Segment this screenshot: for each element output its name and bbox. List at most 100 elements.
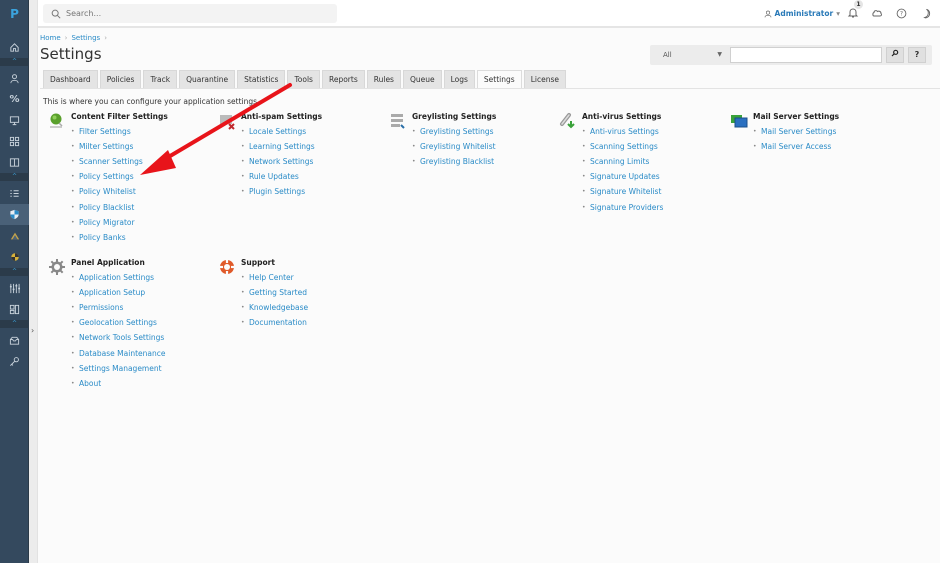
settings-link[interactable]: Learning Settings — [249, 142, 315, 151]
settings-link[interactable]: Policy Blacklist — [79, 203, 134, 212]
sidebar-item-monitor[interactable] — [0, 110, 29, 130]
list-item: • Getting Started — [241, 285, 308, 300]
settings-link[interactable]: Geolocation Settings — [79, 318, 157, 327]
tab-track[interactable]: Track — [143, 70, 178, 88]
tab-divider — [40, 88, 940, 89]
list-item: • Plugin Settings — [241, 184, 315, 199]
group-title: Support — [241, 258, 275, 267]
settings-link[interactable]: Network Tools Settings — [79, 333, 164, 342]
tab-rules[interactable]: Rules — [366, 70, 401, 88]
tab-settings[interactable]: Settings — [476, 70, 522, 89]
settings-link[interactable]: Signature Whitelist — [590, 187, 661, 196]
global-search-input[interactable] — [66, 9, 316, 18]
sidebar-item-grid[interactable] — [0, 131, 29, 151]
settings-link[interactable]: Settings Management — [79, 364, 162, 373]
tab-quarantine[interactable]: Quarantine — [179, 70, 236, 88]
settings-link[interactable]: Greylisting Settings — [420, 127, 494, 136]
sidebar-item-key[interactable] — [0, 351, 29, 371]
settings-link[interactable]: Policy Banks — [79, 233, 126, 242]
global-search[interactable] — [43, 4, 337, 23]
settings-link[interactable]: Anti-virus Settings — [590, 127, 659, 136]
filter-search-input[interactable] — [730, 47, 882, 63]
settings-link[interactable]: Policy Settings — [79, 172, 134, 181]
tab-tools[interactable]: Tools — [287, 70, 320, 88]
breadcrumb-settings[interactable]: Settings — [71, 34, 100, 42]
list-item: • Greylisting Whitelist — [412, 139, 496, 154]
settings-link[interactable]: About — [79, 379, 101, 388]
tab-dashboard[interactable]: Dashboard — [43, 70, 98, 88]
notifications-button[interactable]: 1 — [846, 0, 863, 20]
bullet-icon: • — [241, 304, 245, 312]
filter-help-button[interactable]: ? — [908, 47, 926, 63]
sidebar-item-hazard[interactable] — [0, 247, 29, 267]
tab-logs[interactable]: Logs — [443, 70, 475, 88]
cloud-button[interactable] — [870, 6, 884, 20]
settings-link[interactable]: Getting Started — [249, 288, 307, 297]
user-menu[interactable]: Administrator ▾ — [764, 9, 840, 18]
top-bar: Administrator ▾ 1 ? — [38, 0, 940, 28]
sidebar-item-warning[interactable] — [0, 226, 29, 246]
settings-link[interactable]: Rule Updates — [249, 172, 299, 181]
app-logo[interactable]: P — [0, 7, 29, 21]
settings-link[interactable]: Policy Migrator — [79, 218, 135, 227]
settings-link[interactable]: Scanning Settings — [590, 142, 658, 151]
sidebar-item-home[interactable] — [0, 37, 29, 57]
sidebar-collapse-3[interactable]: ^ — [0, 268, 29, 276]
tab-license[interactable]: License — [523, 70, 566, 88]
sidebar-item-book[interactable] — [0, 152, 29, 172]
anti-spam-icon — [220, 115, 235, 130]
settings-link[interactable]: Policy Whitelist — [79, 187, 136, 196]
sidebar-item-inbox[interactable] — [0, 330, 29, 350]
settings-link[interactable]: Knowledgebase — [249, 303, 308, 312]
settings-link[interactable]: Network Settings — [249, 157, 313, 166]
settings-link[interactable]: Filter Settings — [79, 127, 131, 136]
theme-toggle[interactable] — [918, 6, 932, 20]
settings-link[interactable]: Milter Settings — [79, 142, 133, 151]
settings-link[interactable]: Greylisting Blacklist — [420, 157, 494, 166]
tab-statistics[interactable]: Statistics — [237, 70, 286, 88]
bullet-icon: • — [71, 274, 75, 282]
sidebar-item-dashboard[interactable] — [0, 299, 29, 319]
settings-link[interactable]: Signature Updates — [590, 172, 660, 181]
sidebar-item-checklist[interactable] — [0, 183, 29, 203]
bullet-icon: • — [753, 128, 757, 136]
sidebar-collapse-4[interactable]: ^ — [0, 320, 29, 328]
settings-link[interactable]: Documentation — [249, 318, 307, 327]
bullet-icon: • — [71, 379, 75, 387]
inbox-icon — [9, 336, 20, 345]
list-item: • Scanning Settings — [582, 139, 663, 154]
sidebar-expand-toggle[interactable]: › — [31, 326, 34, 335]
filter-select[interactable]: All ▼ — [656, 48, 728, 62]
list-item: • Policy Banks — [71, 230, 143, 245]
settings-link[interactable]: Locale Settings — [249, 127, 306, 136]
settings-link[interactable]: Mail Server Access — [761, 142, 831, 151]
bullet-icon: • — [582, 143, 586, 151]
sidebar-item-percent[interactable]: % — [0, 89, 29, 109]
tab-reports[interactable]: Reports — [321, 70, 365, 88]
sidebar-item-users[interactable] — [0, 68, 29, 88]
settings-link[interactable]: Greylisting Whitelist — [420, 142, 496, 151]
sidebar-item-sliders[interactable] — [0, 278, 29, 298]
settings-link[interactable]: Permissions — [79, 303, 123, 312]
settings-link[interactable]: Help Center — [249, 273, 294, 282]
bullet-icon: • — [241, 319, 245, 327]
help-button[interactable]: ? — [894, 6, 908, 20]
settings-link[interactable]: Signature Providers — [590, 203, 663, 212]
settings-link[interactable]: Scanner Settings — [79, 157, 143, 166]
dashboard-icon — [9, 304, 20, 314]
tab-policies[interactable]: Policies — [99, 70, 142, 88]
list-item: • Knowledgebase — [241, 300, 308, 315]
tab-queue[interactable]: Queue — [402, 70, 442, 88]
settings-link[interactable]: Plugin Settings — [249, 187, 305, 196]
settings-link[interactable]: Scanning Limits — [590, 157, 649, 166]
settings-link[interactable]: Mail Server Settings — [761, 127, 836, 136]
bullet-icon: • — [241, 143, 245, 151]
sidebar-collapse-2[interactable]: ^ — [0, 173, 29, 181]
breadcrumb-home[interactable]: Home — [40, 34, 61, 42]
settings-link[interactable]: Application Settings — [79, 273, 154, 282]
settings-link[interactable]: Application Setup — [79, 288, 145, 297]
filter-search-button[interactable] — [886, 47, 904, 63]
settings-link[interactable]: Database Maintenance — [79, 349, 165, 358]
sidebar-item-security[interactable] — [0, 204, 29, 225]
sidebar-collapse-1[interactable]: ^ — [0, 58, 29, 66]
